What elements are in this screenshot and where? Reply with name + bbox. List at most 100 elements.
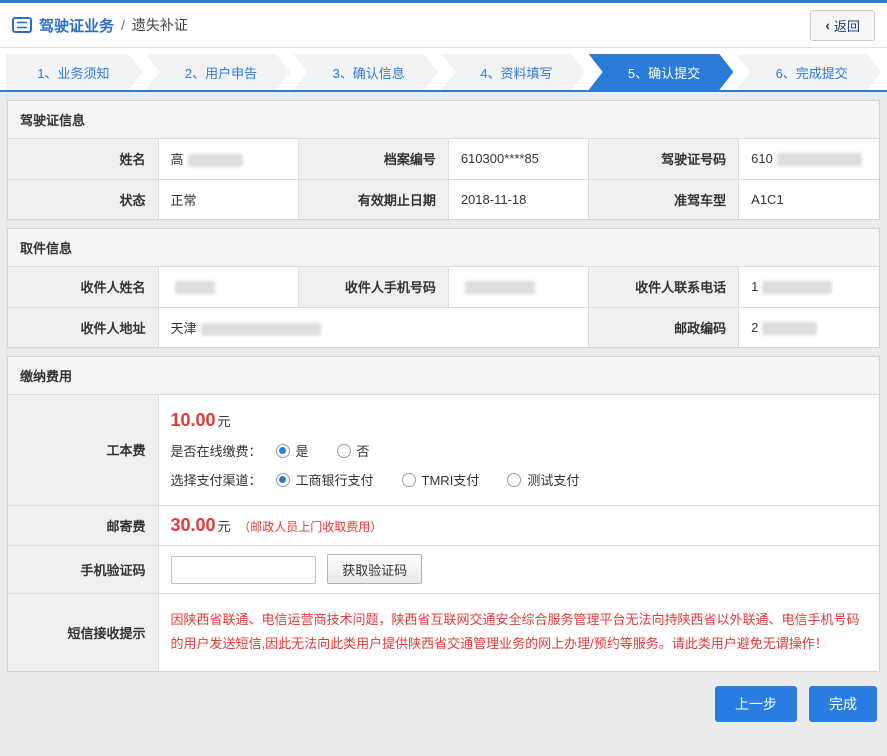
recipient-mobile-label: 收件人手机号码 <box>298 267 448 307</box>
back-button-label: 返回 <box>834 16 860 35</box>
cost-fee-cell: 10.00元 是否在线缴费： 是 否 选择支付渠道： <box>158 395 879 505</box>
cost-fee-label: 工本费 <box>8 395 158 505</box>
pickup-section-title: 取件信息 <box>8 229 879 267</box>
file-number-value: 610300****85 <box>448 139 588 179</box>
pay-channel-question: 选择支付渠道： <box>171 470 262 489</box>
channel-icbc-radio[interactable]: 工商银行支付 <box>276 470 374 489</box>
name-value-text: 高 <box>171 152 184 167</box>
breadcrumb-separator: / <box>121 17 125 33</box>
license-section-title: 驾驶证信息 <box>8 101 879 139</box>
redacted-text <box>762 322 817 335</box>
file-number-label: 档案编号 <box>298 139 448 179</box>
pickup-info-section: 取件信息 收件人姓名 收件人手机号码 收件人联系电话 1 收件人地址 天津 邮政… <box>7 228 880 348</box>
payment-section-title: 缴纳费用 <box>8 357 879 395</box>
radio-unchecked-icon <box>402 473 416 487</box>
pay-channel-row: 选择支付渠道： 工商银行支付 TMRI支付 测试支付 <box>171 470 868 489</box>
table-row: 收件人姓名 收件人手机号码 收件人联系电话 1 <box>8 267 879 307</box>
payment-table: 工本费 10.00元 是否在线缴费： 是 否 选 <box>8 395 879 671</box>
step-label: 3、确认信息 <box>333 63 405 82</box>
vehicle-class-label: 准驾车型 <box>589 179 739 219</box>
step-label: 1、业务须知 <box>37 63 109 82</box>
breadcrumb-current: 遗失补证 <box>132 15 188 35</box>
radio-unchecked-icon <box>337 444 351 458</box>
recipient-name-value <box>158 267 298 307</box>
postage-fee-cell: 30.00元 （邮政人员上门收取费用） <box>158 505 879 545</box>
cost-amount-line: 10.00元 <box>171 410 868 431</box>
redacted-text <box>175 281 215 294</box>
captcha-cell: 获取验证码 <box>158 545 879 593</box>
step-label: 4、资料填写 <box>480 63 552 82</box>
table-row: 收件人地址 天津 邮政编码 2 <box>8 307 879 347</box>
license-number-value: 610 <box>739 139 879 179</box>
table-row: 状态 正常 有效期止日期 2018-11-18 准驾车型 A1C1 <box>8 179 879 219</box>
recipient-address-text: 天津 <box>171 321 197 336</box>
status-label: 状态 <box>8 179 158 219</box>
name-label: 姓名 <box>8 139 158 179</box>
step-3-confirm-info[interactable]: 3、确认信息 <box>293 54 438 90</box>
form-icon <box>12 17 32 33</box>
redacted-text <box>188 154 243 167</box>
redacted-text <box>777 153 862 166</box>
step-label: 6、完成提交 <box>776 63 848 82</box>
step-1-business-notice[interactable]: 1、业务须知 <box>6 54 143 90</box>
table-row: 手机验证码 获取验证码 <box>8 545 879 593</box>
postcode-value: 2 <box>739 307 879 347</box>
step-5-confirm-submit[interactable]: 5、确认提交 <box>589 54 734 90</box>
payment-section: 缴纳费用 工本费 10.00元 是否在线缴费： 是 否 <box>7 356 880 672</box>
radio-label: 否 <box>357 441 370 460</box>
online-pay-yes-radio[interactable]: 是 <box>276 441 309 460</box>
get-captcha-button[interactable]: 获取验证码 <box>327 554 422 584</box>
expiry-date-label: 有效期止日期 <box>298 179 448 219</box>
radio-label: 是 <box>296 441 309 460</box>
cost-unit: 元 <box>218 414 231 429</box>
recipient-mobile-value <box>448 267 588 307</box>
recipient-phone-label: 收件人联系电话 <box>589 267 739 307</box>
header-title-group: 驾驶证业务 / 遗失补证 <box>12 15 188 36</box>
postage-amount: 30.00 <box>171 515 216 535</box>
recipient-address-value: 天津 <box>158 307 589 347</box>
online-pay-question: 是否在线缴费： <box>171 441 262 460</box>
back-button[interactable]: ‹ 返回 <box>810 10 875 41</box>
channel-test-radio[interactable]: 测试支付 <box>507 470 579 489</box>
name-value: 高 <box>158 139 298 179</box>
online-pay-no-radio[interactable]: 否 <box>337 441 370 460</box>
online-pay-row: 是否在线缴费： 是 否 <box>171 441 868 460</box>
recipient-phone-text: 1 <box>751 279 758 294</box>
vehicle-class-value: A1C1 <box>739 179 879 219</box>
captcha-input[interactable] <box>171 556 316 584</box>
status-value: 正常 <box>158 179 298 219</box>
radio-unchecked-icon <box>507 473 521 487</box>
redacted-text <box>465 281 535 294</box>
step-4-fill-materials[interactable]: 4、资料填写 <box>441 54 586 90</box>
recipient-name-label: 收件人姓名 <box>8 267 158 307</box>
license-info-section: 驾驶证信息 姓名 高 档案编号 610300****85 驾驶证号码 610 状… <box>7 100 880 220</box>
license-number-label: 驾驶证号码 <box>589 139 739 179</box>
captcha-label: 手机验证码 <box>8 545 158 593</box>
postage-fee-label: 邮寄费 <box>8 505 158 545</box>
step-2-user-declaration[interactable]: 2、用户申告 <box>146 54 291 90</box>
table-row: 姓名 高 档案编号 610300****85 驾驶证号码 610 <box>8 139 879 179</box>
table-row: 邮寄费 30.00元 （邮政人员上门收取费用） <box>8 505 879 545</box>
page-title: 驾驶证业务 <box>39 15 114 36</box>
finish-button[interactable]: 完成 <box>809 686 877 722</box>
radio-label: 工商银行支付 <box>296 470 374 489</box>
recipient-address-label: 收件人地址 <box>8 307 158 347</box>
radio-checked-icon <box>276 473 290 487</box>
step-6-complete-submit[interactable]: 6、完成提交 <box>736 54 881 90</box>
recipient-phone-value: 1 <box>739 267 879 307</box>
prev-step-button[interactable]: 上一步 <box>715 686 797 722</box>
sms-notice-cell: 因陕西省联通、电信运营商技术问题，陕西省互联网交通安全综合服务管理平台无法向持陕… <box>158 593 879 671</box>
cost-amount: 10.00 <box>171 410 216 430</box>
table-row: 工本费 10.00元 是否在线缴费： 是 否 选 <box>8 395 879 505</box>
postcode-label: 邮政编码 <box>589 307 739 347</box>
radio-label: 测试支付 <box>527 470 579 489</box>
bottom-actions: 上一步 完成 <box>0 672 887 736</box>
table-row: 短信接收提示 因陕西省联通、电信运营商技术问题，陕西省互联网交通安全综合服务管理… <box>8 593 879 671</box>
pickup-info-table: 收件人姓名 收件人手机号码 收件人联系电话 1 收件人地址 天津 邮政编码 2 <box>8 267 879 347</box>
step-label: 5、确认提交 <box>628 63 700 82</box>
chevron-left-icon: ‹ <box>825 18 830 32</box>
channel-tmri-radio[interactable]: TMRI支付 <box>402 470 480 489</box>
license-info-table: 姓名 高 档案编号 610300****85 驾驶证号码 610 状态 正常 有… <box>8 139 879 219</box>
step-label: 2、用户申告 <box>185 63 257 82</box>
sms-notice-text: 因陕西省联通、电信运营商技术问题，陕西省互联网交通安全综合服务管理平台无法向持陕… <box>171 608 868 657</box>
